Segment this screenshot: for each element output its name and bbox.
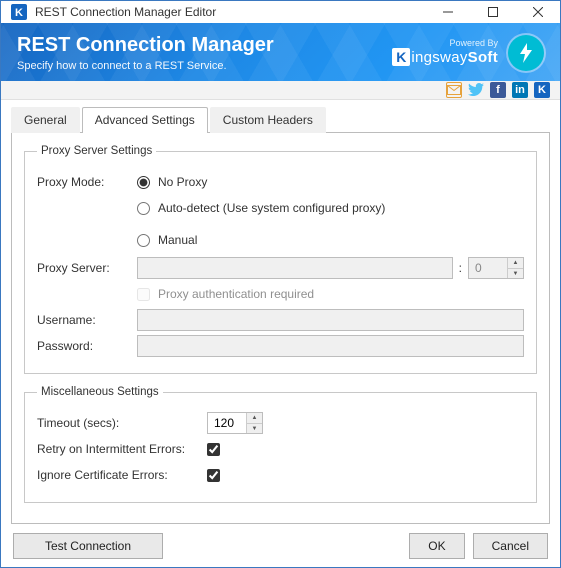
ignore-cert-checkbox[interactable] <box>207 469 220 482</box>
social-links-row: f in K <box>1 81 560 100</box>
content-area: General Advanced Settings Custom Headers… <box>1 100 560 532</box>
radio-auto-detect[interactable] <box>137 202 150 215</box>
radio-auto-detect-label: Auto-detect (Use system configured proxy… <box>158 201 385 215</box>
tab-panel-advanced: Proxy Server Settings Proxy Mode: No Pro… <box>11 132 550 524</box>
radio-manual[interactable] <box>137 234 150 247</box>
proxy-server-input[interactable] <box>137 257 453 279</box>
window-title: REST Connection Manager Editor <box>35 5 425 19</box>
misc-settings-group: Miscellaneous Settings Timeout (secs): ▲… <box>24 386 537 503</box>
proxy-settings-group: Proxy Server Settings Proxy Mode: No Pro… <box>24 145 537 374</box>
misc-legend: Miscellaneous Settings <box>37 386 163 398</box>
password-label: Password: <box>37 339 137 353</box>
tab-strip: General Advanced Settings Custom Headers <box>11 107 550 133</box>
banner-subtitle: Specify how to connect to a REST Service… <box>17 60 392 72</box>
ok-button[interactable]: OK <box>409 533 464 559</box>
radio-no-proxy-label: No Proxy <box>158 175 207 189</box>
proxy-mode-label: Proxy Mode: <box>37 175 137 189</box>
test-connection-button[interactable]: Test Connection <box>13 533 163 559</box>
retry-label: Retry on Intermittent Errors: <box>37 442 207 456</box>
proxy-legend: Proxy Server Settings <box>37 145 156 157</box>
username-label: Username: <box>37 313 137 327</box>
brand-block: Powered By K ingswaySoft <box>392 39 498 67</box>
minimize-button[interactable] <box>425 1 470 23</box>
brand-k-icon[interactable]: K <box>534 82 550 98</box>
linkedin-icon[interactable]: in <box>512 82 528 98</box>
host-port-separator: : <box>459 261 462 275</box>
mail-icon[interactable] <box>446 82 462 98</box>
cancel-button[interactable]: Cancel <box>473 533 548 559</box>
username-input[interactable] <box>137 309 524 331</box>
ignore-cert-label: Ignore Certificate Errors: <box>37 468 207 482</box>
tab-advanced-settings[interactable]: Advanced Settings <box>82 107 208 133</box>
window-controls <box>425 1 560 23</box>
banner-title: REST Connection Manager <box>17 34 392 56</box>
proxy-port-spinner[interactable]: ▲▼ <box>507 258 523 278</box>
retry-checkbox[interactable] <box>207 443 220 456</box>
radio-manual-label: Manual <box>158 233 197 247</box>
app-icon: K <box>9 2 29 22</box>
window-root: K REST Connection Manager Editor REST Co… <box>0 0 561 568</box>
proxy-auth-label: Proxy authentication required <box>158 287 314 301</box>
twitter-icon[interactable] <box>468 82 484 98</box>
facebook-icon[interactable]: f <box>490 82 506 98</box>
kingswaysoft-logo: K ingswaySoft <box>392 48 498 67</box>
title-bar: K REST Connection Manager Editor <box>1 1 560 23</box>
proxy-auth-checkbox[interactable] <box>137 288 150 301</box>
tab-custom-headers[interactable]: Custom Headers <box>210 107 326 133</box>
password-input[interactable] <box>137 335 524 357</box>
radio-no-proxy[interactable] <box>137 176 150 189</box>
timeout-label: Timeout (secs): <box>37 416 207 430</box>
powered-by-label: Powered By <box>392 39 498 48</box>
dialog-footer: Test Connection OK Cancel <box>1 532 560 567</box>
header-banner: REST Connection Manager Specify how to c… <box>1 23 560 81</box>
svg-text:K: K <box>15 7 23 19</box>
close-button[interactable] <box>515 1 560 23</box>
timeout-spinner[interactable]: ▲▼ <box>246 413 262 433</box>
tab-general[interactable]: General <box>11 107 80 133</box>
proxy-server-label: Proxy Server: <box>37 261 137 275</box>
maximize-button[interactable] <box>470 1 515 23</box>
lightning-icon <box>508 35 544 71</box>
